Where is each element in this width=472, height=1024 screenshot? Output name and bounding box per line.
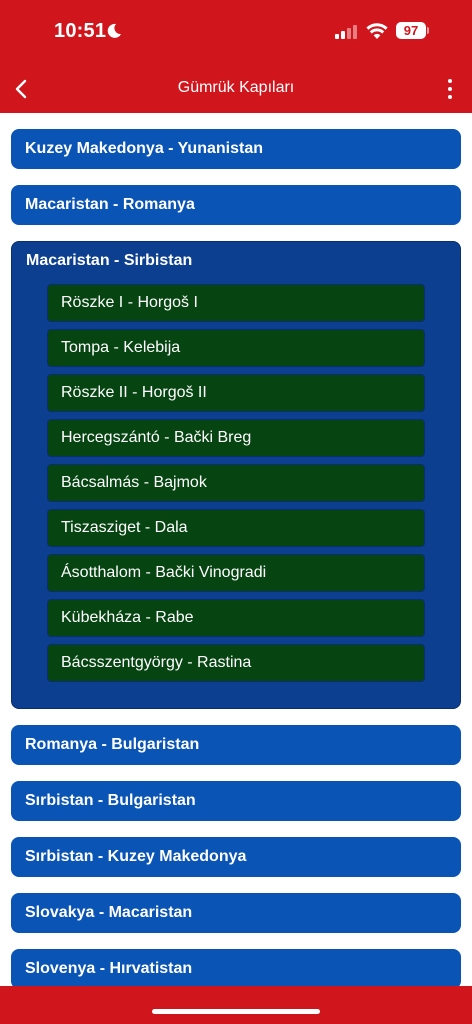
more-options-icon[interactable]	[446, 79, 454, 99]
crossing-item[interactable]: Röszke I - Horgoš I	[47, 284, 425, 322]
crossing-item[interactable]: Ásotthalom - Bački Vinogradi	[47, 554, 425, 592]
group-sirbistan-bulgaristan[interactable]: Sırbistan - Bulgaristan	[11, 781, 461, 821]
group-slovenya-hirvatistan[interactable]: Slovenya - Hırvatistan	[11, 949, 461, 989]
moon-icon	[107, 23, 121, 38]
app-header: 10:51 97 Gümrük Kapıları	[0, 0, 472, 113]
battery-tip	[427, 27, 429, 34]
status-time: 10:51	[54, 20, 107, 42]
group-macaristan-romanya[interactable]: Macaristan - Romanya	[11, 185, 461, 225]
border-crossing-list: Kuzey Makedonya - Yunanistan Macaristan …	[11, 129, 461, 1005]
group-label: Macaristan - Romanya	[25, 196, 195, 213]
battery-indicator: 97	[396, 22, 426, 39]
bottom-bar	[0, 986, 472, 1024]
group-label: Slovakya - Macaristan	[25, 904, 193, 921]
group-label: Kuzey Makedonya - Yunanistan	[25, 140, 263, 157]
group-slovakya-macaristan[interactable]: Slovakya - Macaristan	[11, 893, 461, 933]
crossing-item[interactable]: Tompa - Kelebija	[47, 329, 425, 367]
home-indicator[interactable]	[152, 1009, 320, 1014]
group-sirbistan-kuzey-makedonya[interactable]: Sırbistan - Kuzey Makedonya	[11, 837, 461, 877]
wifi-icon	[366, 23, 388, 39]
crossing-item[interactable]: Hercegszántó - Bački Breg	[47, 419, 425, 457]
crossing-item[interactable]: Bácsalmás - Bajmok	[47, 464, 425, 502]
crossing-sub-list: Röszke I - Horgoš I Tompa - Kelebija Rös…	[12, 282, 460, 682]
group-romanya-bulgaristan[interactable]: Romanya - Bulgaristan	[11, 725, 461, 765]
group-kuzey-makedonya-yunanistan[interactable]: Kuzey Makedonya - Yunanistan	[11, 129, 461, 169]
group-label: Slovenya - Hırvatistan	[25, 960, 193, 977]
group-label: Sırbistan - Kuzey Makedonya	[25, 848, 247, 865]
crossing-item[interactable]: Kübekháza - Rabe	[47, 599, 425, 637]
cellular-signal-icon	[335, 25, 357, 39]
group-macaristan-sirbistan: Macaristan - Sirbistan Röszke I - Horgoš…	[11, 241, 461, 709]
page-title: Gümrük Kapıları	[177, 79, 295, 96]
group-label: Sırbistan - Bulgaristan	[25, 792, 196, 809]
group-label: Romanya - Bulgaristan	[25, 736, 200, 753]
crossing-item[interactable]: Röszke II - Horgoš II	[47, 374, 425, 412]
group-label[interactable]: Macaristan - Sirbistan	[12, 242, 460, 282]
crossing-item[interactable]: Bácsszentgyörgy - Rastina	[47, 644, 425, 682]
crossing-item[interactable]: Tiszasziget - Dala	[47, 509, 425, 547]
